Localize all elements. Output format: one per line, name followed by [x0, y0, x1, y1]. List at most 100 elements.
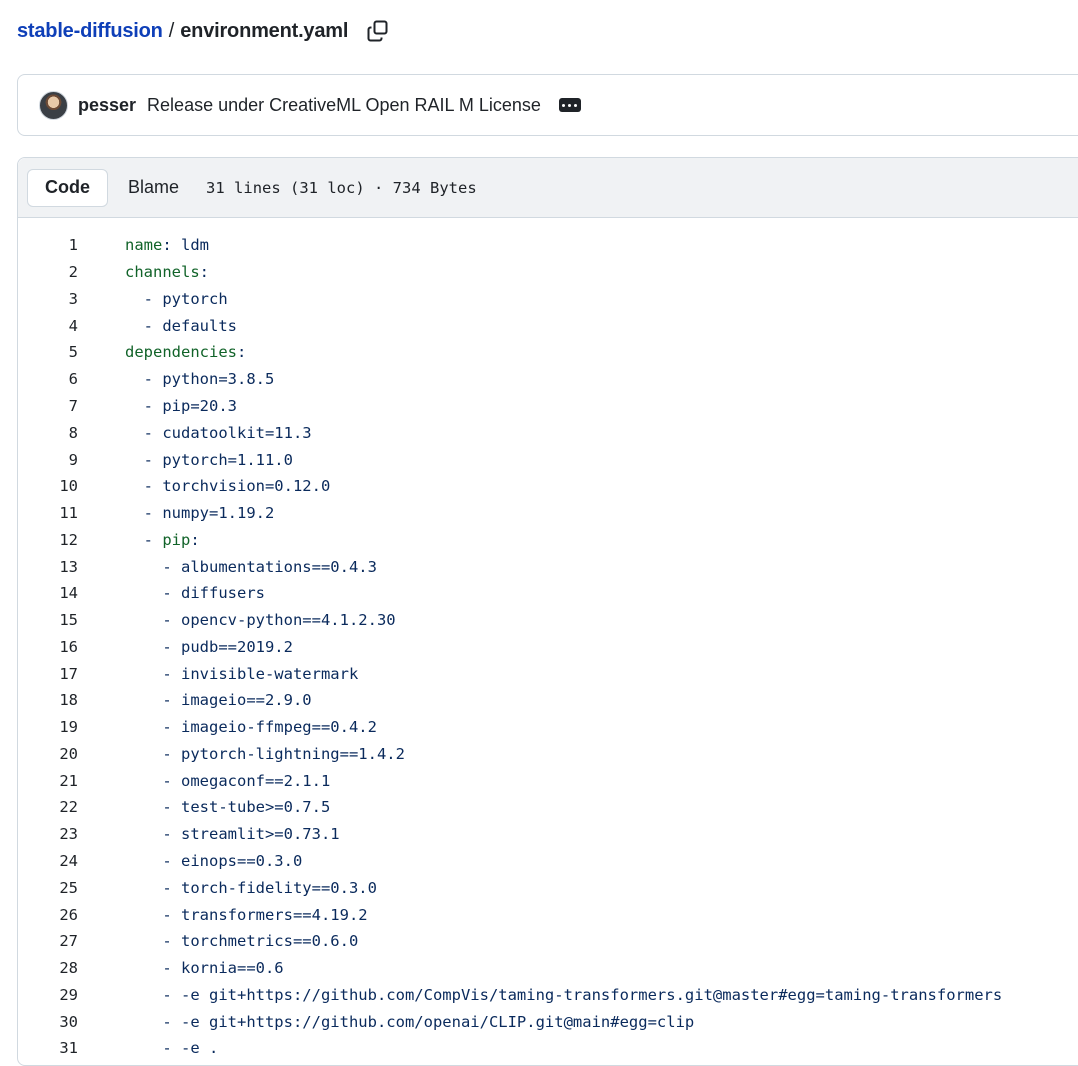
code-line: 11 - numpy=1.19.2 [18, 500, 1078, 527]
code-text: dependencies: [125, 343, 247, 362]
code-line: 27 - torchmetrics==0.6.0 [18, 928, 1078, 955]
code-text: - torchvision=0.12.0 [125, 477, 331, 496]
line-number[interactable]: 9 [18, 451, 78, 469]
code-line: 25 - torch-fidelity==0.3.0 [18, 874, 1078, 901]
line-number[interactable]: 28 [18, 959, 78, 977]
line-number[interactable]: 22 [18, 798, 78, 816]
code-text: - einops==0.3.0 [125, 851, 303, 870]
code-line: 4 - defaults [18, 312, 1078, 339]
line-number[interactable]: 3 [18, 290, 78, 308]
line-number[interactable]: 18 [18, 691, 78, 709]
code-line: 19 - imageio-ffmpeg==0.4.2 [18, 714, 1078, 741]
code-line: 14 - diffusers [18, 580, 1078, 607]
code-line: 16 - pudb==2019.2 [18, 633, 1078, 660]
code-text: - -e git+https://github.com/openai/CLIP.… [125, 1012, 695, 1031]
line-number[interactable]: 31 [18, 1039, 78, 1057]
code-line: 13 - albumentations==0.4.3 [18, 553, 1078, 580]
line-number[interactable]: 13 [18, 558, 78, 576]
code-line: 1 name: ldm [18, 232, 1078, 259]
code-line: 2 channels: [18, 259, 1078, 286]
line-number[interactable]: 26 [18, 906, 78, 924]
line-number[interactable]: 30 [18, 1013, 78, 1031]
code-line: 21 - omegaconf==2.1.1 [18, 767, 1078, 794]
code-text: - torchmetrics==0.6.0 [125, 932, 359, 951]
line-number[interactable]: 6 [18, 370, 78, 388]
avatar[interactable] [39, 90, 68, 120]
code-text: - pytorch [125, 289, 228, 308]
file-info: 31 lines (31 loc) · 734 Bytes [206, 178, 477, 197]
code-text: - pudb==2019.2 [125, 637, 293, 656]
code-text: - numpy=1.19.2 [125, 504, 275, 523]
code-line: 31 - -e . [18, 1035, 1078, 1062]
code-text: - imageio-ffmpeg==0.4.2 [125, 718, 377, 737]
code-text: - pytorch=1.11.0 [125, 450, 293, 469]
code-text: - -e git+https://github.com/CompVis/tami… [125, 985, 1003, 1004]
code-text: channels: [125, 263, 209, 282]
line-number[interactable]: 14 [18, 584, 78, 602]
line-number[interactable]: 27 [18, 932, 78, 950]
code-text: - transformers==4.19.2 [125, 905, 368, 924]
code-text: - invisible-watermark [125, 664, 359, 683]
code-text: - omegaconf==2.1.1 [125, 771, 331, 790]
code-line: 29 - -e git+https://github.com/CompVis/t… [18, 981, 1078, 1008]
tab-code[interactable]: Code [27, 168, 108, 207]
line-number[interactable]: 17 [18, 665, 78, 683]
line-number[interactable]: 24 [18, 852, 78, 870]
commit-author[interactable]: pesser [78, 95, 136, 116]
tab-blame[interactable]: Blame [128, 177, 179, 198]
ellipsis-icon[interactable] [558, 98, 581, 112]
code-text: - torch-fidelity==0.3.0 [125, 878, 377, 897]
code-line: 17 - invisible-watermark [18, 660, 1078, 687]
file-viewer: Code Blame 31 lines (31 loc) · 734 Bytes… [17, 157, 1078, 1066]
code-text: - kornia==0.6 [125, 959, 284, 978]
line-number[interactable]: 16 [18, 638, 78, 656]
code-line: 28 - kornia==0.6 [18, 955, 1078, 982]
copy-path-button[interactable] [364, 17, 392, 45]
code-text: - -e . [125, 1039, 219, 1058]
latest-commit-bar: pesser Release under CreativeML Open RAI… [17, 74, 1078, 136]
code-line: 18 - imageio==2.9.0 [18, 687, 1078, 714]
line-number[interactable]: 19 [18, 718, 78, 736]
code-line: 3 - pytorch [18, 286, 1078, 313]
line-number[interactable]: 23 [18, 825, 78, 843]
copy-icon [367, 20, 388, 42]
line-number[interactable]: 11 [18, 504, 78, 522]
line-number[interactable]: 12 [18, 531, 78, 549]
line-number[interactable]: 1 [18, 236, 78, 254]
code-line: 7 - pip=20.3 [18, 393, 1078, 420]
file-name: environment.yaml [180, 19, 349, 42]
code-text: - python=3.8.5 [125, 370, 275, 389]
code-text: - defaults [125, 316, 237, 335]
code-listing: 1 name: ldm 2 channels: 3 - pytorch 4 - defau… [18, 218, 1078, 1062]
code-text: - pytorch-lightning==1.4.2 [125, 744, 405, 763]
line-number[interactable]: 8 [18, 424, 78, 442]
line-number[interactable]: 10 [18, 477, 78, 495]
line-number[interactable]: 20 [18, 745, 78, 763]
line-number[interactable]: 21 [18, 772, 78, 790]
code-text: - streamlit>=0.73.1 [125, 825, 340, 844]
code-line: 22 - test-tube>=0.7.5 [18, 794, 1078, 821]
code-line: 20 - pytorch-lightning==1.4.2 [18, 741, 1078, 768]
commit-message[interactable]: Release under CreativeML Open RAIL M Lic… [147, 95, 541, 116]
code-text: - cudatoolkit=11.3 [125, 423, 312, 442]
code-line: 23 - streamlit>=0.73.1 [18, 821, 1078, 848]
code-line: 15 - opencv-python==4.1.2.30 [18, 607, 1078, 634]
line-number[interactable]: 15 [18, 611, 78, 629]
code-line: 24 - einops==0.3.0 [18, 848, 1078, 875]
code-text: - albumentations==0.4.3 [125, 557, 377, 576]
code-text: - imageio==2.9.0 [125, 691, 312, 710]
code-text: - pip=20.3 [125, 396, 237, 415]
code-text: name: ldm [125, 236, 209, 255]
code-text: - opencv-python==4.1.2.30 [125, 611, 396, 630]
repo-link[interactable]: stable-diffusion [17, 20, 163, 43]
line-number[interactable]: 29 [18, 986, 78, 1004]
line-number[interactable]: 2 [18, 263, 78, 281]
line-number[interactable]: 25 [18, 879, 78, 897]
code-line: 5 dependencies: [18, 339, 1078, 366]
code-text: - diffusers [125, 584, 265, 603]
code-line: 30 - -e git+https://github.com/openai/CL… [18, 1008, 1078, 1035]
line-number[interactable]: 4 [18, 317, 78, 335]
breadcrumb: stable-diffusion / environment.yaml [17, 14, 392, 48]
line-number[interactable]: 7 [18, 397, 78, 415]
line-number[interactable]: 5 [18, 343, 78, 361]
